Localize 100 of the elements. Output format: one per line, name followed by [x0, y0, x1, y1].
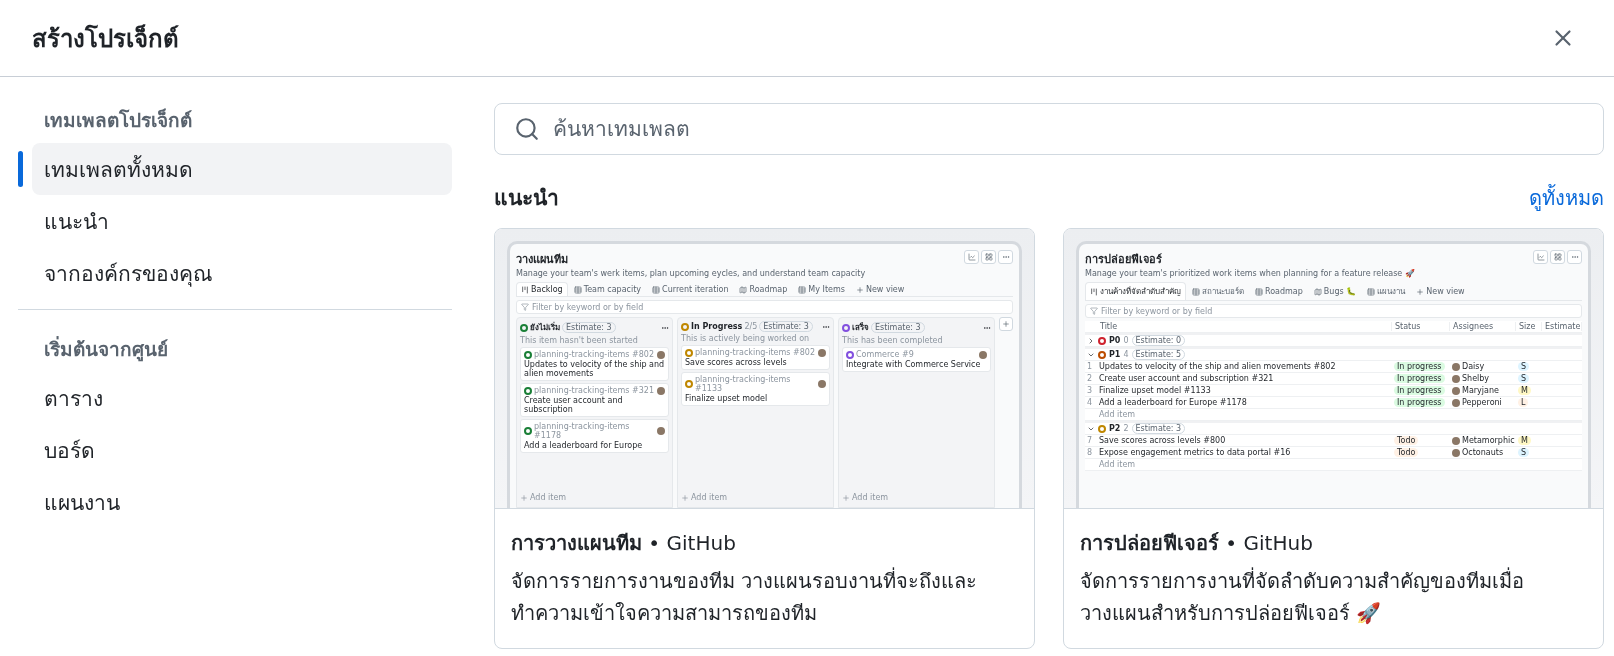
group-count: 4	[1123, 350, 1129, 359]
item-title: Save scores across levels #800	[1098, 436, 1227, 445]
template-card[interactable]	[1063, 228, 1604, 649]
column-header: Assignees	[1450, 322, 1516, 331]
sidebar-item[interactable]: แผนงาน	[32, 476, 452, 528]
preview-tab-label: Team capacity	[568, 282, 647, 296]
assignee-name: Octonauts	[1462, 448, 1504, 457]
plus-icon	[1416, 287, 1425, 296]
item-title: Expose engagement metrics to data portal #16	[1098, 448, 1292, 457]
plus-icon	[842, 493, 850, 502]
group-count: 0	[1123, 336, 1129, 345]
card-title: Add a leaderboard for Europe	[524, 441, 644, 450]
assignee-name: Maryjane	[1462, 386, 1499, 395]
size-tag: M	[1518, 436, 1531, 445]
preview-tab-label: Roadmap	[734, 282, 793, 296]
assignee-name: Pepperoni	[1462, 398, 1502, 407]
status-icon	[524, 427, 532, 435]
search-icon	[514, 116, 540, 142]
dialog-title: สร้างโปรเจ็กต์	[32, 23, 179, 55]
section-title: แนะนำ	[494, 185, 559, 212]
column-header: Size	[1516, 322, 1542, 331]
filter-icon	[1090, 307, 1098, 315]
card-meta: Commerce #9	[856, 350, 914, 359]
add-item: Add item	[1098, 410, 1137, 419]
item-title: Add a leaderboard for Europe #1178	[1098, 398, 1248, 407]
view-icon	[1255, 287, 1263, 296]
view-icon	[652, 285, 661, 294]
preview-tab-label: My Items	[793, 282, 850, 296]
avatar	[979, 350, 987, 359]
avatar	[657, 350, 665, 359]
view-icon	[1313, 287, 1322, 296]
sidebar-item[interactable]: บอร์ด	[32, 424, 452, 476]
column-header: Title	[1097, 322, 1392, 331]
status-tag: In progress	[1394, 386, 1445, 395]
row-number: 3	[1086, 386, 1094, 395]
template-description: จัดการรายการงานที่จัดลำดับความสำคัญของทีมเมื่อวางแผนสำหรับการปล่อยฟีเจอร์ 🚀	[1080, 566, 1525, 627]
column-note: This is actively being worked on	[681, 334, 811, 343]
new-view-label: New view	[1411, 284, 1470, 298]
preview-title: วางแผนทีม	[516, 252, 569, 268]
column-note: This has been completed	[842, 336, 944, 345]
preview-title: การปล่อยฟีเจอร์	[1085, 252, 1163, 268]
group-title: P0	[1109, 336, 1121, 345]
preview-tab-label: แผนงาน	[1362, 282, 1411, 300]
card-meta: planning-tracking-items #321	[534, 386, 654, 395]
view-icon	[521, 285, 529, 294]
card-title: Integrate with Commerce Service	[846, 360, 982, 369]
preview-tab-label: Current iteration	[647, 282, 734, 296]
view-icon	[1090, 287, 1098, 296]
column-count: 2/5	[744, 322, 758, 331]
view-icon	[1367, 287, 1376, 296]
status-tag: Todo	[1394, 448, 1419, 457]
selection-indicator	[18, 151, 23, 187]
template-title: การปล่อยฟีเจอร์ • GitHub	[1080, 530, 1314, 557]
avatar	[818, 380, 826, 388]
sidebar-item[interactable]: เทมเพลตทั้งหมด	[32, 143, 452, 195]
card-title: Create user account and subscription	[524, 396, 624, 414]
item-title: Finalize upset model #1133	[1098, 386, 1212, 395]
view-all-link[interactable]: ดูทั้งหมด	[1529, 181, 1604, 214]
group-count: 2	[1123, 424, 1129, 433]
avatar	[657, 386, 665, 395]
item-title: Updates to velocity of the ship and alien movements #802	[1098, 362, 1337, 371]
sidebar-item[interactable]: แนะนำ	[32, 195, 452, 247]
item-title: Create user account and subscription #321	[1098, 374, 1275, 383]
column-title: เสร็จ	[852, 321, 869, 334]
sidebar-item[interactable]: จากองค์กรของคุณ	[32, 247, 452, 299]
row-number: 2	[1086, 374, 1094, 383]
card-meta: planning-tracking-items #802	[534, 350, 654, 359]
sidebar-heading: เทมเพลตโปรเจ็กต์	[43, 107, 193, 133]
view-icon	[573, 285, 582, 294]
assignee-name: Shelby	[1462, 374, 1490, 383]
preview-tab: งานค้างที่จัดลำดับสำคัญ	[1085, 282, 1186, 300]
size-tag: S	[1518, 374, 1530, 383]
card-title: Save scores across levels	[685, 358, 788, 367]
preview-tab: Backlog	[516, 282, 568, 296]
chevron-right-icon	[1087, 336, 1095, 345]
size-tag: S	[1518, 362, 1530, 371]
card-title: Updates to velocity of the ship and alien movements	[524, 360, 665, 378]
avatar	[657, 427, 665, 435]
column-header: Status	[1392, 322, 1450, 331]
view-icon	[1192, 287, 1200, 296]
status-icon	[524, 350, 532, 359]
add-item-label: Add item	[691, 493, 728, 502]
filter-icon	[521, 303, 529, 311]
status-tag: In progress	[1394, 398, 1445, 407]
add-item-label: Add item	[852, 493, 889, 502]
assignee-name: Metamorphic	[1462, 436, 1515, 445]
avatar	[818, 348, 826, 357]
column-header: Estimate	[1542, 322, 1582, 331]
plus-icon	[855, 285, 864, 294]
template-card[interactable]	[494, 228, 1035, 649]
search-field[interactable]: ค้นหาเทมเพลต	[494, 103, 1604, 155]
group-title: P1	[1109, 350, 1121, 359]
plus-icon	[681, 493, 689, 502]
status-icon	[685, 380, 693, 388]
view-icon	[739, 285, 748, 294]
sidebar-item[interactable]: ตาราง	[32, 372, 452, 424]
preview-subtitle: Manage your team's prioritized work items when planning for a feature release 🚀	[1085, 269, 1415, 278]
column-note: This item hasn't been started	[520, 336, 639, 345]
column-title: In Progress	[691, 322, 743, 331]
card-meta: planning-tracking-items #1178	[534, 422, 631, 440]
